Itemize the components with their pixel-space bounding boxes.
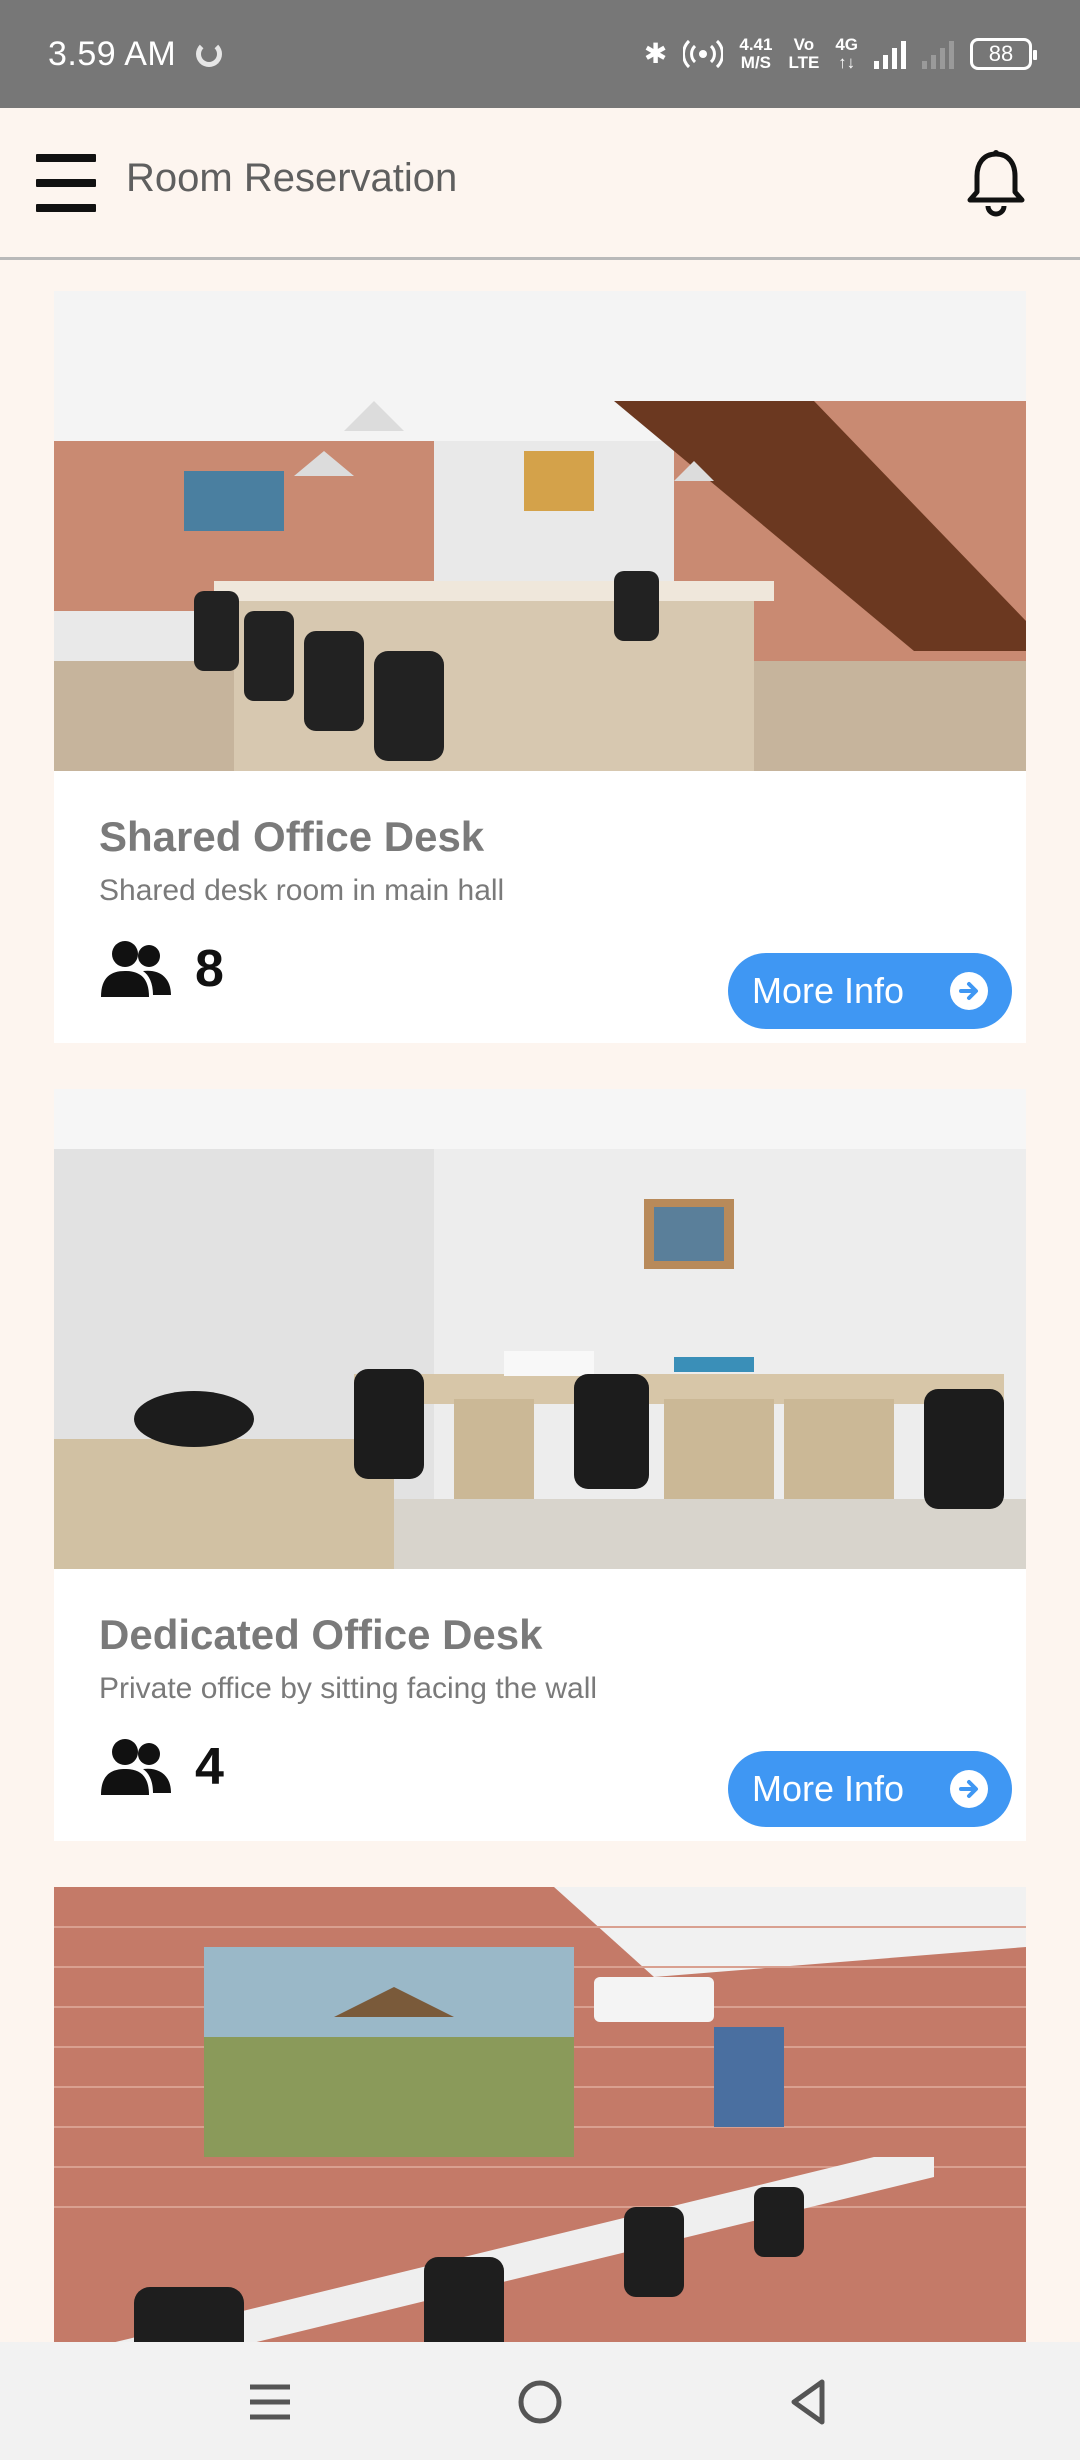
capacity-value: 8 — [195, 940, 224, 998]
brick-wall-office-photo — [54, 1887, 1026, 2342]
more-info-button[interactable]: More Info — [728, 953, 1012, 1029]
room-card[interactable]: Shared Office Desk Shared desk room in m… — [54, 291, 1026, 1043]
network-speed: 4.41 M/S — [739, 35, 773, 72]
room-list[interactable]: Shared Office Desk Shared desk room in m… — [0, 260, 1080, 2342]
room-image — [54, 1089, 1026, 1569]
room-image — [54, 291, 1026, 771]
battery-level: 88 — [988, 41, 1014, 66]
signal-icon-sim2 — [922, 39, 954, 69]
battery-icon: 88 — [970, 38, 1037, 70]
status-bar: 3.59 AM ✱ 4.41 M/S Vo LTE 4G ↑↓ 88 — [0, 0, 1080, 108]
sync-icon — [196, 41, 223, 67]
room-card[interactable] — [54, 1887, 1026, 2342]
capacity-value: 4 — [195, 1738, 224, 1796]
back-nav-icon[interactable] — [780, 2372, 840, 2432]
hamburger-menu-icon[interactable] — [36, 154, 96, 212]
page-title: Room Reservation — [126, 156, 458, 200]
office-hall-photo — [54, 291, 1026, 771]
hotspot-icon — [683, 39, 724, 69]
bell-icon[interactable] — [964, 148, 1028, 218]
arrow-right-icon — [950, 1770, 988, 1808]
status-time: 3.59 AM — [48, 34, 177, 73]
room-title: Shared Office Desk — [99, 813, 485, 860]
more-info-button[interactable]: More Info — [728, 1751, 1012, 1827]
volte-indicator: Vo LTE — [788, 35, 820, 72]
arrow-right-icon — [950, 972, 988, 1010]
room-title: Dedicated Office Desk — [99, 1611, 543, 1658]
room-capacity: 4 — [99, 1737, 224, 1797]
network-type: 4G ↑↓ — [835, 35, 858, 72]
private-office-photo — [54, 1089, 1026, 1569]
users-icon — [101, 941, 171, 997]
navigation-bar — [0, 2342, 1080, 2460]
more-info-label: More Info — [752, 1768, 905, 1809]
more-info-label: More Info — [752, 970, 905, 1011]
users-icon — [101, 1739, 171, 1795]
room-description: Private office by sitting facing the wal… — [99, 1672, 598, 1705]
app-bar: Room Reservation — [0, 108, 1080, 260]
bluetooth-icon: ✱ — [643, 38, 668, 69]
room-capacity: 8 — [99, 939, 224, 999]
signal-icon — [874, 39, 906, 69]
room-description: Shared desk room in main hall — [99, 874, 505, 907]
status-icons: ✱ 4.41 M/S Vo LTE 4G ↑↓ 88 — [643, 35, 1037, 72]
room-image — [54, 1887, 1026, 2342]
menu-nav-icon[interactable] — [240, 2372, 300, 2432]
home-nav-icon[interactable] — [510, 2372, 570, 2432]
room-card[interactable]: Dedicated Office Desk Private office by … — [54, 1089, 1026, 1841]
